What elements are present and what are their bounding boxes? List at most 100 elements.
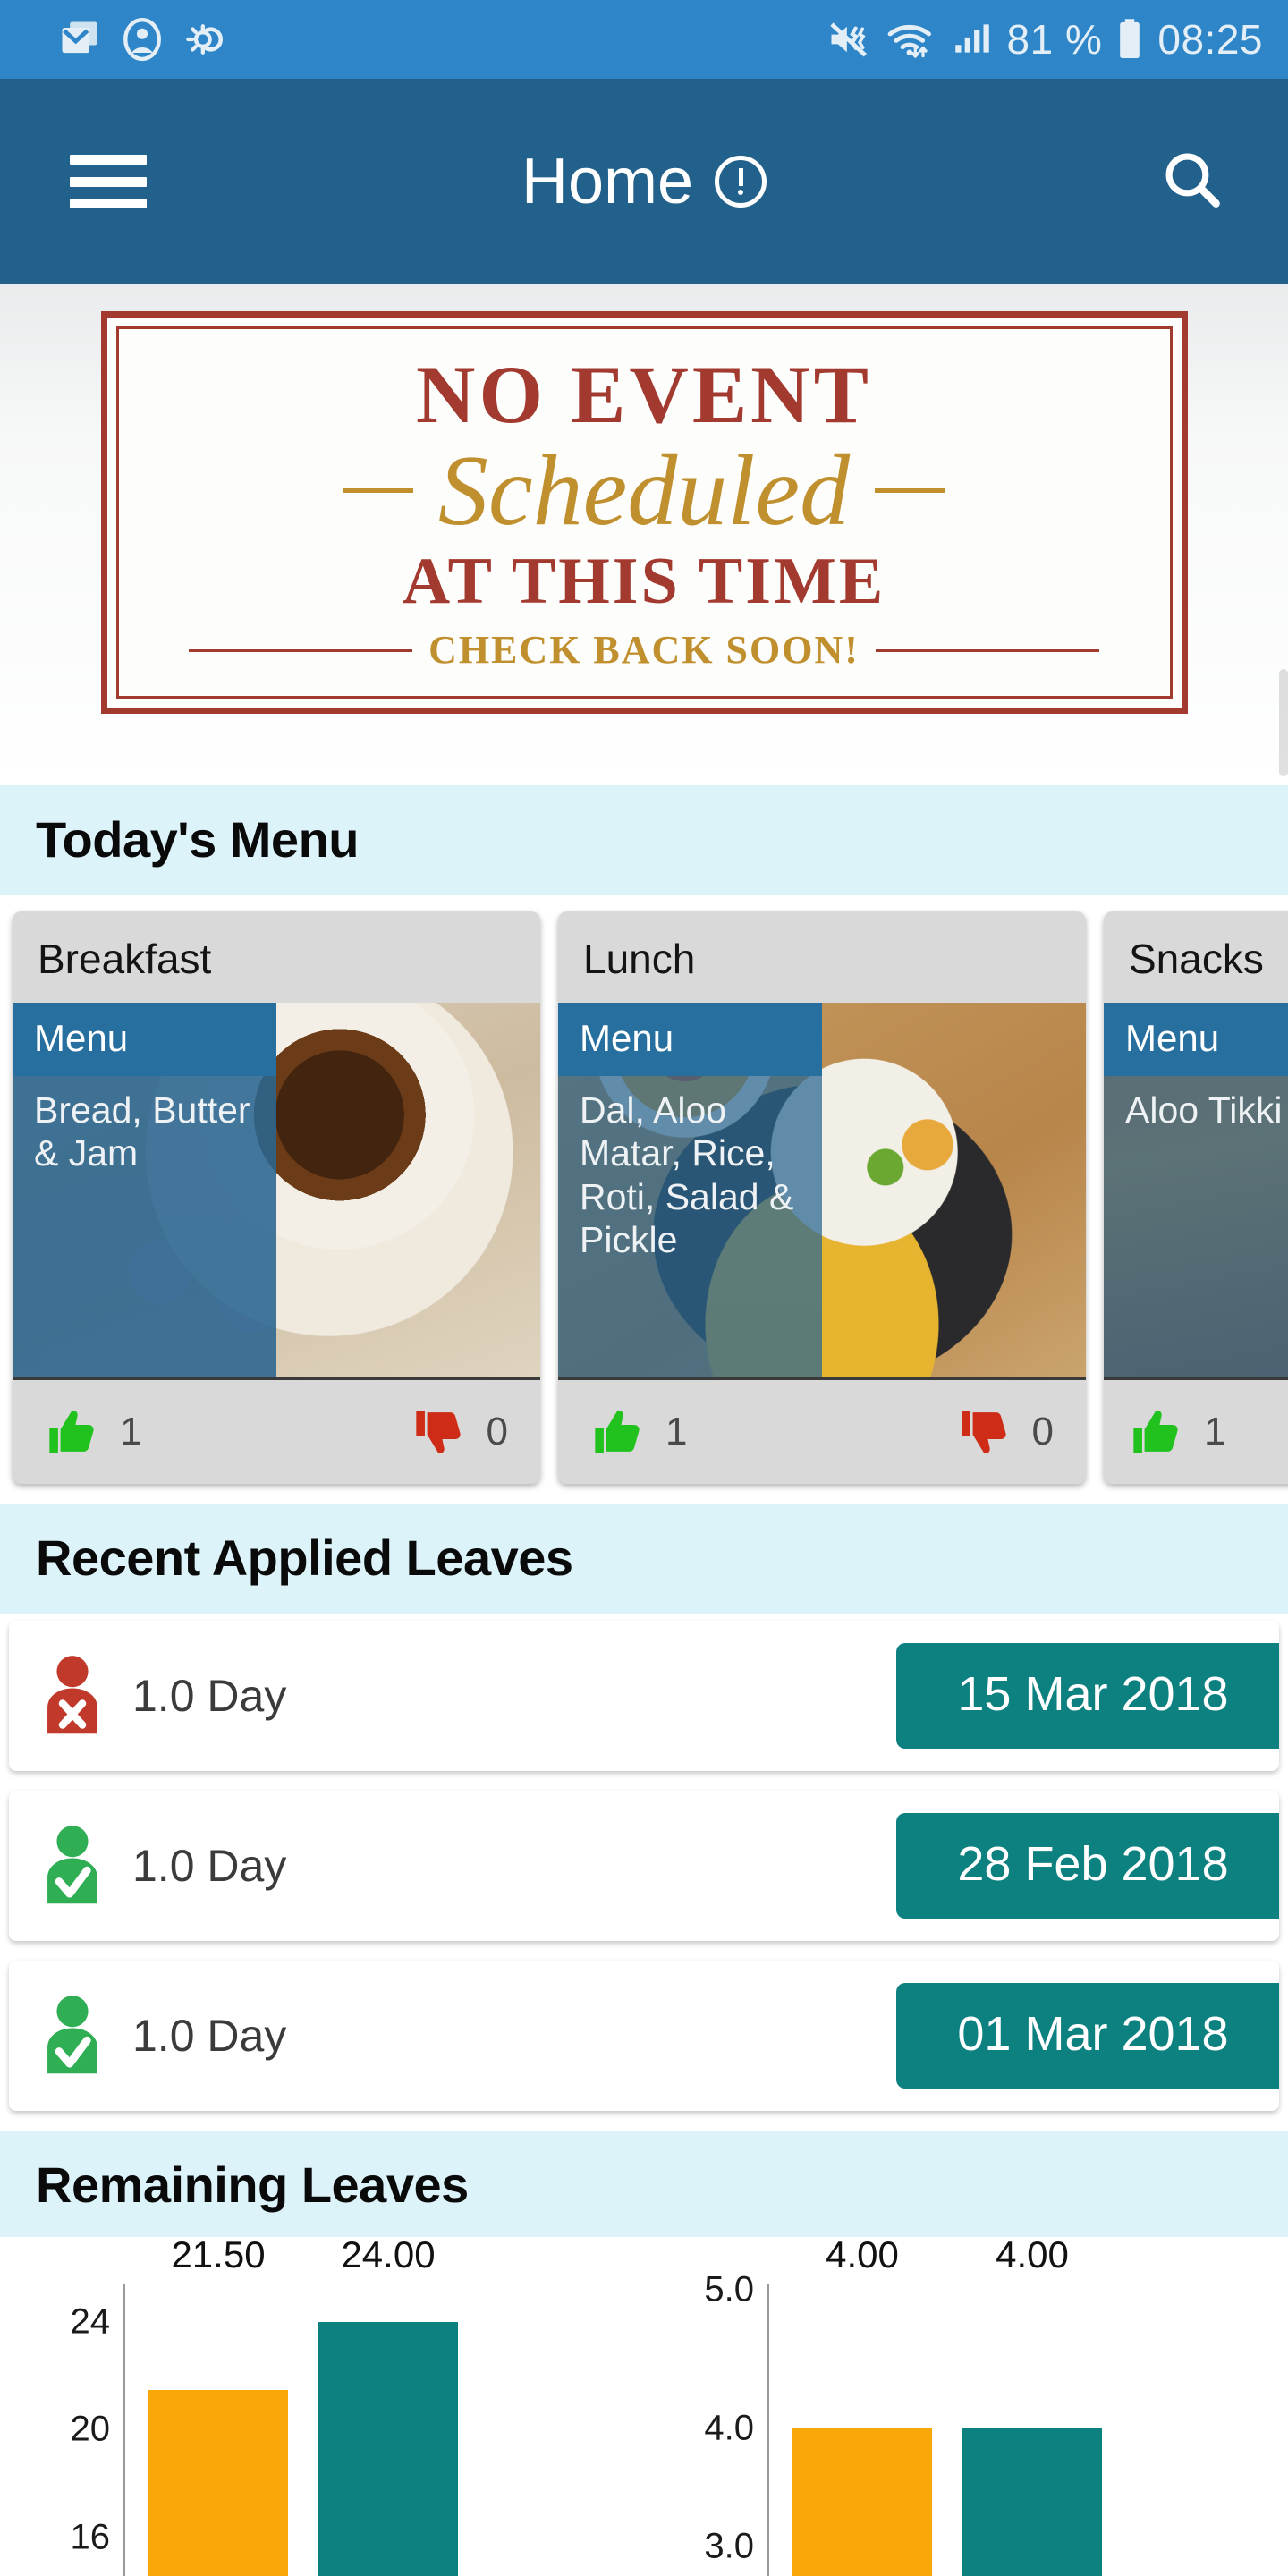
banner-line-1: NO EVENT bbox=[416, 348, 872, 440]
leave-row[interactable]: 1.0 Day 01 Mar 2018 bbox=[9, 1961, 1279, 2111]
thumbs-up-icon bbox=[49, 1410, 94, 1453]
scroll-content: NO EVENT Scheduled AT THIS TIME CHECK BA… bbox=[0, 284, 1288, 2576]
bar-column[interactable]: 24.00 bbox=[318, 2237, 458, 2576]
banner-rule-left bbox=[343, 488, 413, 493]
menu-card-carousel[interactable]: Breakfast Menu Bread, Butter & Jam 1 0 L… bbox=[0, 895, 1288, 1504]
section-header-todays-menu: Today's Menu bbox=[0, 785, 1288, 895]
menu-label: Menu bbox=[1104, 1003, 1288, 1076]
y-tick-label: 16 bbox=[70, 2517, 111, 2557]
event-banner-container: NO EVENT Scheduled AT THIS TIME CHECK BA… bbox=[0, 284, 1288, 785]
bar-value-label: 4.00 bbox=[826, 2237, 899, 2275]
menu-card-snacks[interactable]: Snacks Menu Aloo Tikki 1 bbox=[1104, 911, 1288, 1484]
y-tick-label: 24 bbox=[70, 2301, 111, 2342]
clock-label: 08:25 bbox=[1157, 16, 1263, 63]
like-count: 1 bbox=[665, 1410, 688, 1453]
status-bar-left-icons bbox=[55, 16, 229, 63]
wifi-icon bbox=[887, 24, 931, 58]
leave-row[interactable]: 1.0 Day 28 Feb 2018 bbox=[9, 1791, 1279, 1941]
weather-icon bbox=[186, 24, 224, 55]
banner-line-2: Scheduled bbox=[437, 435, 851, 547]
menu-card-title: Breakfast bbox=[38, 936, 212, 982]
dislike-button[interactable]: 0 bbox=[411, 1403, 508, 1461]
bar-value-label: 21.50 bbox=[171, 2237, 266, 2275]
status-bar-right-icons: 81 % 08:25 bbox=[825, 15, 1263, 64]
section-title: Recent Applied Leaves bbox=[36, 1530, 573, 1586]
menu-card-breakfast[interactable]: Breakfast Menu Bread, Butter & Jam 1 0 bbox=[13, 911, 540, 1484]
bar-column[interactable]: 21.50 bbox=[148, 2237, 288, 2576]
search-icon[interactable] bbox=[1159, 147, 1225, 217]
section-header-remaining-leaves: Remaining Leaves bbox=[0, 2131, 1288, 2237]
leave-date-badge: 28 Feb 2018 bbox=[896, 1813, 1279, 1919]
info-alert-icon[interactable] bbox=[715, 156, 767, 208]
banner-line-4-row: CHECK BACK SOON! bbox=[140, 627, 1148, 673]
scrollbar-thumb[interactable] bbox=[1279, 669, 1288, 776]
menu-card-vote-bar: 1 bbox=[1104, 1377, 1288, 1484]
thumbs-down-icon bbox=[415, 1411, 461, 1454]
account-icon bbox=[123, 17, 161, 62]
banner-line-4: CHECK BACK SOON! bbox=[428, 627, 860, 672]
recent-leaves-list: 1.0 Day 15 Mar 2018 1.0 Day 28 Feb 2018 … bbox=[0, 1614, 1288, 2111]
mute-icon bbox=[829, 22, 867, 57]
dislike-count: 0 bbox=[1031, 1410, 1054, 1453]
menu-card-body: Menu Aloo Tikki bbox=[1104, 1003, 1288, 1377]
section-header-recent-leaves: Recent Applied Leaves bbox=[0, 1504, 1288, 1614]
thumbs-up-icon bbox=[595, 1410, 640, 1453]
bar-column[interactable]: 4.00 bbox=[792, 2237, 932, 2576]
hamburger-bar bbox=[70, 155, 147, 165]
chart-plot-area: 24 20 16 21.50 24.00 bbox=[0, 2237, 644, 2576]
chart-plot-area: 5.0 4.0 3.0 4.00 4.00 bbox=[644, 2237, 1288, 2576]
bar-value-label: 4.00 bbox=[996, 2237, 1069, 2275]
app-bar-title-group: Home bbox=[0, 145, 1288, 218]
y-tick-label: 3.0 bbox=[704, 2526, 754, 2566]
bar-column[interactable]: 4.00 bbox=[962, 2237, 1102, 2576]
status-bar: 81 % 08:25 bbox=[0, 0, 1288, 79]
menu-label: Menu bbox=[558, 1003, 822, 1076]
leave-date-badge: 01 Mar 2018 bbox=[896, 1983, 1279, 2089]
leave-rejected-icon bbox=[47, 1656, 97, 1734]
section-title: Today's Menu bbox=[36, 811, 359, 868]
chart-bars: 21.50 24.00 bbox=[125, 2237, 458, 2576]
remaining-leaves-chart-1: 24 20 16 21.50 24.00 bbox=[0, 2237, 644, 2576]
hamburger-bar bbox=[70, 176, 147, 187]
menu-text-column: Menu Dal, Aloo Matar, Rice, Roti, Salad … bbox=[558, 1003, 822, 1377]
page-title: Home bbox=[521, 146, 694, 217]
battery-percent-label: 81 % bbox=[1006, 16, 1103, 63]
hamburger-icon[interactable] bbox=[70, 155, 147, 208]
like-button[interactable]: 1 bbox=[590, 1403, 687, 1461]
leave-duration: 1.0 Day bbox=[132, 1671, 287, 1721]
no-event-banner: NO EVENT Scheduled AT THIS TIME CHECK BA… bbox=[100, 311, 1188, 714]
thumbs-up-icon bbox=[1133, 1410, 1178, 1453]
leave-row[interactable]: 1.0 Day 15 Mar 2018 bbox=[9, 1621, 1279, 1771]
chart-bars: 4.00 4.00 bbox=[769, 2237, 1102, 2576]
bar-value-label: 24.00 bbox=[341, 2237, 436, 2275]
menu-card-lunch[interactable]: Lunch Menu Dal, Aloo Matar, Rice, Roti, … bbox=[558, 911, 1086, 1484]
bar-teal bbox=[962, 2428, 1102, 2576]
hamburger-bar bbox=[70, 199, 147, 208]
like-button[interactable]: 1 bbox=[1129, 1403, 1225, 1461]
menu-items-text: Bread, Butter & Jam bbox=[34, 1089, 250, 1174]
like-count: 1 bbox=[120, 1410, 142, 1453]
signal-icon bbox=[954, 24, 989, 53]
bar-orange bbox=[792, 2428, 932, 2576]
leave-duration: 1.0 Day bbox=[132, 2011, 287, 2061]
menu-items-text: Aloo Tikki bbox=[1125, 1089, 1283, 1131]
banner-rule-right bbox=[875, 488, 945, 493]
banner-rule-bottom-right bbox=[875, 647, 1099, 652]
like-button[interactable]: 1 bbox=[45, 1403, 141, 1461]
battery-icon bbox=[1120, 19, 1140, 59]
bar-orange bbox=[148, 2389, 288, 2576]
menu-text-column: Menu Bread, Butter & Jam bbox=[13, 1003, 276, 1377]
section-title: Remaining Leaves bbox=[36, 2157, 469, 2213]
banner-line-3: AT THIS TIME bbox=[402, 544, 886, 618]
menu-card-title: Lunch bbox=[583, 936, 696, 982]
banner-line-2-row: Scheduled bbox=[161, 441, 1128, 541]
chart-y-axis: 5.0 4.0 3.0 bbox=[662, 2269, 769, 2576]
dislike-count: 0 bbox=[486, 1410, 508, 1453]
leave-approved-icon bbox=[47, 1826, 97, 1904]
menu-card-vote-bar: 1 0 bbox=[558, 1377, 1086, 1484]
remaining-leaves-chart-2: 5.0 4.0 3.0 4.00 4.00 bbox=[644, 2237, 1288, 2576]
dislike-button[interactable]: 0 bbox=[957, 1403, 1054, 1461]
y-tick-label: 20 bbox=[70, 2409, 111, 2449]
y-tick-label: 4.0 bbox=[704, 2408, 754, 2448]
y-tick-label: 5.0 bbox=[704, 2269, 754, 2309]
